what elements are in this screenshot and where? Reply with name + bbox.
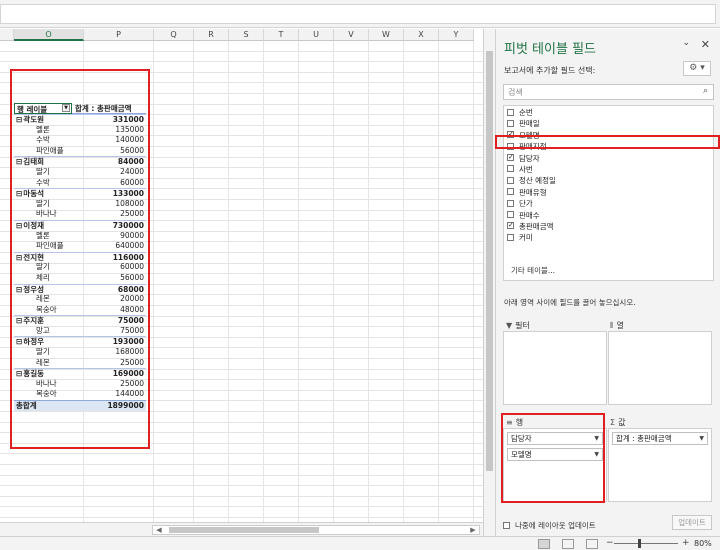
field-label: 정산 예정일 [519, 176, 556, 186]
filter-area-label: ▼ 필터 [506, 321, 530, 330]
zoom-in-icon[interactable]: + [682, 538, 690, 548]
scroll-left-icon[interactable]: ◀ [154, 526, 164, 534]
column-header[interactable]: Q [154, 29, 194, 41]
column-header[interactable]: S [229, 29, 264, 41]
field-item[interactable]: 사번 [504, 164, 713, 175]
field-item[interactable]: 커미 [504, 232, 713, 243]
column-header[interactable]: U [299, 29, 334, 41]
filter-area[interactable] [503, 331, 607, 405]
grid-row-line [0, 476, 483, 487]
field-item[interactable]: ✓ 총판매금액 [504, 221, 713, 232]
field-label: 담당자 [519, 153, 540, 163]
field-item[interactable]: 판매일 [504, 118, 713, 129]
field-item[interactable]: 판매수 [504, 210, 713, 221]
column-header[interactable]: V [334, 29, 369, 41]
column-header[interactable]: R [194, 29, 229, 41]
zoom-level[interactable]: 80% [694, 539, 712, 548]
close-icon[interactable]: ✕ [701, 38, 710, 51]
field-label: 판매일 [519, 119, 540, 129]
field-checkbox[interactable] [507, 211, 514, 219]
column-header[interactable]: T [264, 29, 299, 41]
scroll-right-icon[interactable]: ▶ [468, 526, 478, 534]
pivot-fields-pane: 피벗 테이블 필드 ⌄ ✕ 보고서에 추가할 필드 선택: ⚙ ▾ 검색 ⌕ 순… [495, 29, 720, 536]
update-button[interactable]: 업데이트 [672, 515, 712, 530]
grid-row-line [0, 497, 483, 508]
zoom-out-icon[interactable]: − [606, 538, 614, 548]
field-checkbox[interactable]: ✓ [507, 154, 514, 162]
field-label: 판매수 [519, 210, 540, 220]
field-label: 판매유형 [519, 187, 547, 197]
filter-icon: ▼ [506, 321, 513, 330]
vertical-scrollbar[interactable] [483, 29, 495, 536]
pane-subtitle: 보고서에 추가할 필드 선택: [504, 66, 596, 75]
field-checkbox[interactable] [507, 176, 514, 184]
column-header[interactable]: W [369, 29, 404, 41]
defer-update-option[interactable]: 나중에 레이아웃 업데이트 [503, 520, 596, 531]
vertical-scroll-thumb[interactable] [486, 51, 493, 471]
field-label: 커미 [519, 233, 533, 243]
grid-row-line [0, 41, 483, 52]
status-bar: − + 80% [0, 536, 720, 550]
values-chip[interactable]: 합계 : 총판매금액 ▼ [612, 432, 708, 445]
field-item[interactable]: 정산 예정일 [504, 175, 713, 186]
columns-area[interactable] [608, 331, 712, 405]
field-list: 순번 판매일 ✓ 모델명 판매지점 ✓ 담당자 사번 정산 예정일 판매유형 단가 판매수 ✓ 총판매금액… [503, 105, 714, 281]
defer-checkbox[interactable] [503, 521, 510, 529]
field-checkbox[interactable] [507, 119, 514, 127]
formula-bar[interactable] [0, 4, 716, 24]
field-item[interactable]: 순번 [504, 107, 713, 118]
drag-hint: 아래 영역 사이에 필드를 끌어 놓으십시오. [504, 298, 636, 307]
grid-row-line [0, 52, 483, 63]
search-icon: ⌕ [702, 86, 708, 96]
formula-bar-area [0, 0, 720, 28]
field-checkbox[interactable] [507, 165, 514, 173]
page-layout-view-icon[interactable] [562, 539, 574, 549]
field-label: 단가 [519, 199, 533, 209]
search-input[interactable]: 검색 ⌕ [503, 84, 714, 100]
field-checkbox[interactable] [507, 199, 514, 207]
page-break-view-icon[interactable] [586, 539, 598, 549]
grid-row-line [0, 465, 483, 476]
sheet-tab-bar: ◀ ▶ [0, 522, 483, 536]
search-placeholder: 검색 [508, 88, 523, 97]
normal-view-icon[interactable] [538, 539, 550, 549]
column-header[interactable]: P [84, 29, 154, 41]
select-all-corner[interactable] [0, 29, 14, 41]
field-label: 순번 [519, 108, 533, 117]
column-header[interactable]: Y [439, 29, 474, 41]
field-checkbox[interactable] [507, 108, 514, 116]
chevron-down-icon[interactable]: ▼ [699, 433, 704, 444]
field-highlight-box [495, 135, 720, 149]
field-label: 총판매금액 [519, 221, 554, 231]
gear-icon[interactable]: ⚙ ▾ [683, 61, 711, 76]
spreadsheet-grid[interactable]: OPQRSTUVWXY 행 레이블 ▼ 합계 : 총판매금액 ⊟곽도원 33100… [0, 29, 483, 522]
zoom-slider[interactable] [614, 543, 678, 544]
field-item[interactable]: 판매유형 [504, 187, 713, 198]
values-area[interactable]: 합계 : 총판매금액 ▼ [608, 428, 712, 502]
column-header[interactable]: X [404, 29, 439, 41]
values-area-label: Σ값 [610, 418, 626, 427]
horizontal-scroll-thumb[interactable] [169, 527, 319, 533]
horizontal-scrollbar[interactable]: ◀ ▶ [152, 525, 480, 535]
chevron-down-icon[interactable]: ⌄ [682, 38, 690, 48]
sigma-icon: Σ [610, 418, 616, 427]
rows-highlight-box [501, 413, 605, 503]
field-checkbox[interactable] [507, 233, 514, 241]
grid-row-line [0, 507, 483, 518]
column-header[interactable]: O [14, 29, 84, 41]
field-checkbox[interactable] [507, 188, 514, 196]
pane-title: 피벗 테이블 필드 [504, 42, 596, 57]
columns-area-label: ⦀ 열 [610, 321, 624, 330]
field-item[interactable]: ✓ 담당자 [504, 153, 713, 164]
pivot-highlight-box [10, 69, 150, 449]
grid-row-line [0, 454, 483, 465]
field-item[interactable]: 단가 [504, 198, 713, 209]
field-checkbox[interactable]: ✓ [507, 222, 514, 230]
field-label: 사번 [519, 164, 533, 174]
more-tables-link[interactable]: 기타 테이블... [511, 265, 555, 276]
grid-row-line [0, 486, 483, 497]
zoom-slider-knob[interactable] [638, 539, 641, 548]
columns-icon: ⦀ [610, 321, 614, 330]
